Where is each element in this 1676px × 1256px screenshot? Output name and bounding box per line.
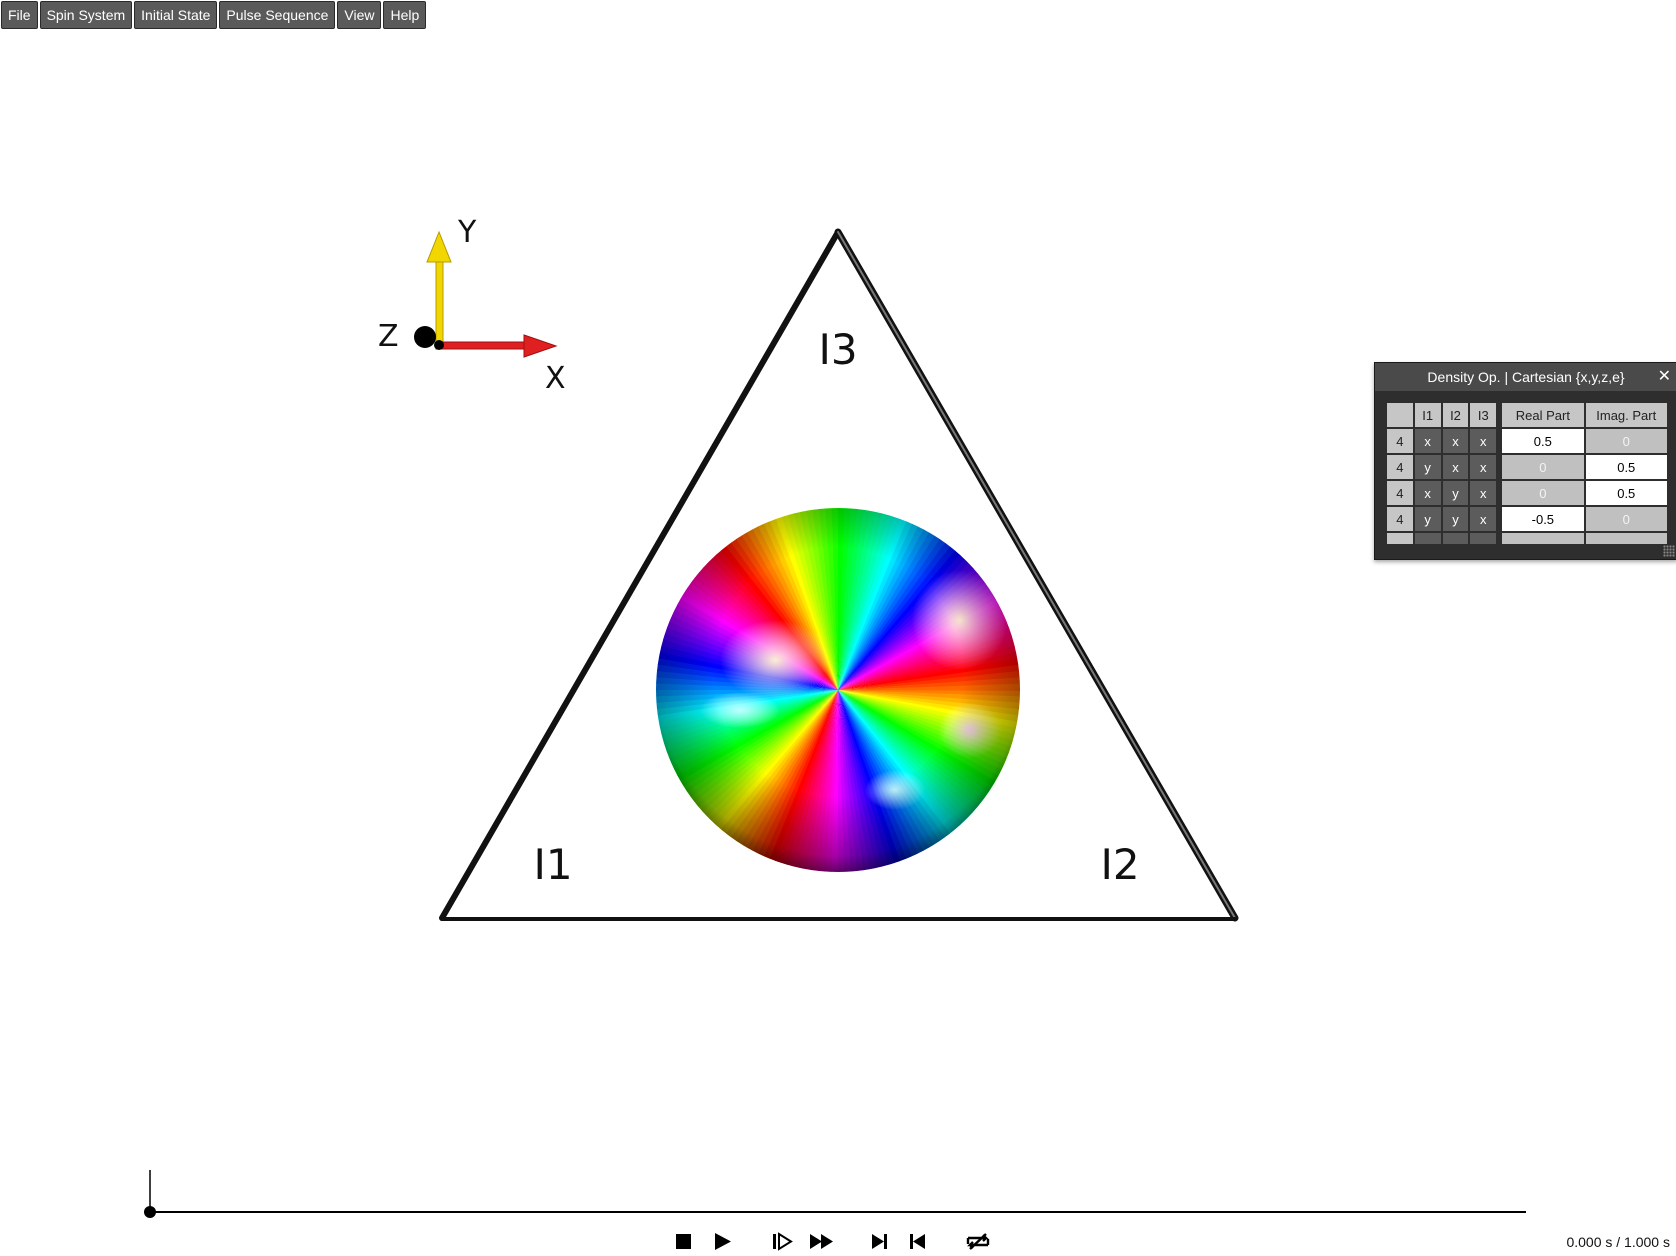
operator-cell-i2[interactable]: x: [1442, 429, 1469, 453]
column-separator: [1498, 455, 1501, 479]
density-table-row[interactable]: 4 y x x 0 0.5: [1387, 455, 1667, 479]
header-index: [1387, 403, 1413, 427]
scene-viewport[interactable]: Y X Z I3 I1 I2: [0, 0, 1676, 1256]
spin-label-i3: I3: [818, 325, 857, 374]
spin-label-i1: I1: [533, 840, 572, 889]
row-index-cell: 4: [1387, 455, 1413, 479]
density-panel-title-bar[interactable]: Density Op. | Cartesian {x,y,z,e} ✕: [1375, 363, 1676, 391]
column-separator: [1498, 507, 1501, 531]
density-panel-title: Density Op. | Cartesian {x,y,z,e}: [1427, 369, 1625, 385]
operator-cell-i3[interactable]: x: [1470, 481, 1497, 505]
table-cell: [1470, 533, 1497, 544]
imag-part-cell[interactable]: 0: [1585, 507, 1667, 531]
operator-cell-i2[interactable]: y: [1442, 507, 1469, 531]
density-table-row-partial[interactable]: [1387, 533, 1667, 544]
table-cell: [1414, 533, 1441, 544]
header-i3: I3: [1470, 403, 1497, 427]
density-table-row[interactable]: 4 y y x -0.5 0: [1387, 507, 1667, 531]
play-icon[interactable]: [715, 1233, 731, 1250]
real-part-cell[interactable]: 0: [1502, 455, 1584, 479]
skip-to-end-icon[interactable]: [872, 1234, 887, 1249]
imag-part-cell[interactable]: 0.5: [1585, 455, 1667, 479]
column-separator: [1498, 403, 1501, 427]
imag-part-cell[interactable]: 0.5: [1585, 481, 1667, 505]
real-part-cell[interactable]: -0.5: [1502, 507, 1584, 531]
stop-icon[interactable]: [676, 1234, 691, 1249]
operator-cell-i2[interactable]: y: [1442, 481, 1469, 505]
imag-part-cell[interactable]: 0: [1585, 429, 1667, 453]
timeline[interactable]: [144, 1170, 1526, 1218]
operator-cell-i1[interactable]: y: [1414, 507, 1441, 531]
header-real-part: Real Part: [1502, 403, 1584, 427]
axis-triad: Y X Z: [378, 215, 566, 396]
table-cell: [1498, 533, 1501, 544]
skip-to-start-icon[interactable]: [910, 1234, 925, 1249]
operator-cell-i1[interactable]: y: [1414, 455, 1441, 479]
table-cell: [1585, 533, 1667, 544]
playback-controls: [676, 1232, 990, 1251]
time-readout: 0.000 s / 1.000 s: [1566, 1234, 1670, 1250]
density-table-header: I1 I2 I3 Real Part Imag. Part: [1387, 403, 1667, 427]
real-part-cell[interactable]: 0.5: [1502, 429, 1584, 453]
table-cell: [1502, 533, 1584, 544]
operator-cell-i3[interactable]: x: [1470, 455, 1497, 479]
operator-cell-i1[interactable]: x: [1414, 481, 1441, 505]
x-axis-arrow: [435, 334, 558, 358]
table-cell: [1442, 533, 1469, 544]
density-table-scroll[interactable]: I1 I2 I3 Real Part Imag. Part 4 x x x 0.5 0 4 y…: [1385, 401, 1669, 544]
timeline-handle[interactable]: [144, 1206, 156, 1218]
real-part-cell[interactable]: 0: [1502, 481, 1584, 505]
spin-label-i2: I2: [1100, 840, 1139, 889]
y-axis-label: Y: [457, 215, 477, 250]
fast-forward-icon[interactable]: [810, 1234, 833, 1249]
column-separator: [1498, 429, 1501, 453]
table-cell: [1387, 533, 1413, 544]
droplet-sphere[interactable]: [638, 490, 1038, 890]
density-operator-panel[interactable]: Density Op. | Cartesian {x,y,z,e} ✕ I1 I…: [1374, 362, 1676, 560]
z-axis-dot: [414, 326, 436, 348]
density-table-row[interactable]: 4 x y x 0 0.5: [1387, 481, 1667, 505]
density-table: I1 I2 I3 Real Part Imag. Part 4 x x x 0.5 0 4 y…: [1385, 401, 1669, 544]
row-index-cell: 4: [1387, 481, 1413, 505]
loop-icon[interactable]: [966, 1233, 990, 1250]
header-i2: I2: [1442, 403, 1469, 427]
operator-cell-i2[interactable]: x: [1442, 455, 1469, 479]
resize-grip-icon[interactable]: [1663, 545, 1675, 557]
x-axis-label: X: [545, 361, 566, 396]
header-i1: I1: [1414, 403, 1441, 427]
step-forward-icon[interactable]: [773, 1232, 793, 1251]
z-axis-label: Z: [378, 319, 399, 354]
column-separator: [1498, 481, 1501, 505]
row-index-cell: 4: [1387, 507, 1413, 531]
operator-cell-i3[interactable]: x: [1470, 507, 1497, 531]
operator-cell-i1[interactable]: x: [1414, 429, 1441, 453]
row-index-cell: 4: [1387, 429, 1413, 453]
operator-cell-i3[interactable]: x: [1470, 429, 1497, 453]
close-icon[interactable]: ✕: [1658, 363, 1671, 391]
density-table-row[interactable]: 4 x x x 0.5 0: [1387, 429, 1667, 453]
header-imag-part: Imag. Part: [1585, 403, 1667, 427]
